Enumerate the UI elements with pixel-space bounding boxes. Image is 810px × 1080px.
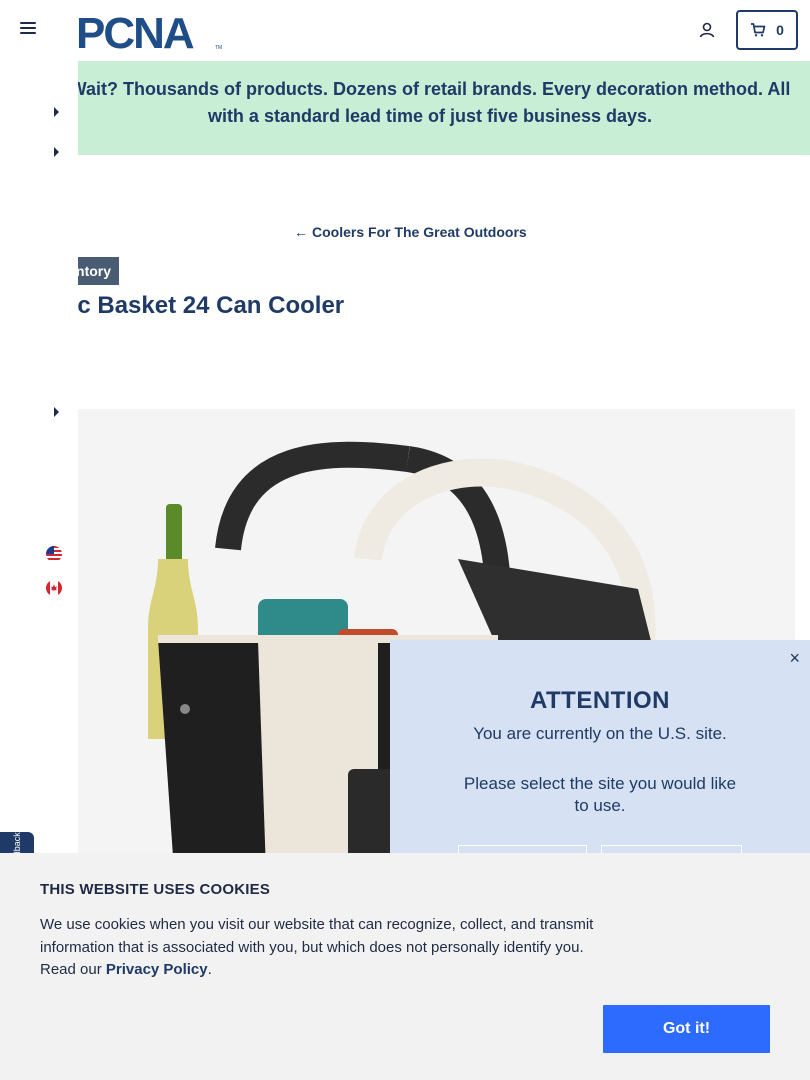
cookie-text: We use cookies when you visit our websit… (40, 916, 594, 978)
cart-count: 0 (776, 22, 784, 38)
modal-current-site-text: You are currently on the U.S. site. (473, 724, 727, 743)
menu-icon[interactable] (20, 22, 36, 36)
back-to-category-link[interactable]: ← Coolers For The Great Outdoors (294, 224, 527, 240)
modal-select-site-text: Please select the site you would like to… (463, 774, 737, 815)
site-header: PCNA TM 0 (0, 0, 810, 61)
drawer-expand-icon[interactable] (54, 407, 59, 417)
canada-flag-icon[interactable] (46, 580, 62, 596)
account-icon[interactable] (698, 21, 716, 39)
pcna-logo[interactable]: PCNA TM (76, 10, 226, 52)
drawer-expand-icon[interactable] (54, 107, 59, 117)
cart-icon (751, 23, 766, 37)
cart-button[interactable]: 0 (736, 10, 798, 50)
close-icon[interactable]: × (789, 648, 800, 669)
accept-cookies-button[interactable]: Got it! (603, 1005, 770, 1053)
page: PCNA TM 0 Wait? Thousands of products. D… (0, 0, 810, 1080)
arrow-left-icon: ← (294, 224, 308, 240)
cookie-banner: THIS WEBSITE USES COOKIES We use cookies… (0, 853, 810, 1080)
drawer-expand-icon[interactable] (54, 147, 59, 157)
svg-text:TM: TM (215, 45, 222, 51)
back-link-label: Coolers For The Great Outdoors (312, 224, 527, 240)
us-flag-icon[interactable] (46, 546, 62, 562)
promo-text: Wait? Thousands of products. Dozens of r… (78, 79, 791, 126)
modal-heading: ATTENTION (529, 687, 671, 714)
svg-text:PCNA: PCNA (76, 10, 194, 52)
cookie-heading: THIS WEBSITE USES COOKIES (40, 881, 271, 898)
privacy-policy-link[interactable]: Privacy Policy (106, 961, 208, 978)
promo-banner: Wait? Thousands of products. Dozens of r… (78, 61, 810, 155)
